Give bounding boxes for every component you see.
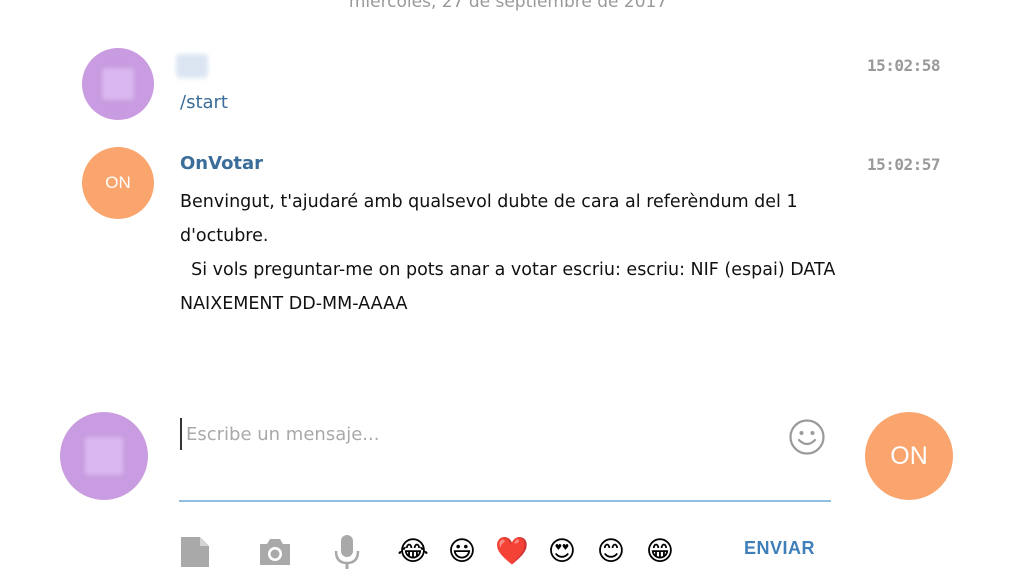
bot-avatar-initials: ON [105, 173, 131, 192]
smiley-icon [789, 419, 825, 455]
input-underline [179, 500, 831, 502]
message-timestamp: 15:02:57 [867, 155, 941, 174]
record-voice-button[interactable] [330, 532, 364, 572]
bot-avatar-initials: ON [890, 441, 928, 470]
my-avatar[interactable] [60, 412, 148, 500]
command-link[interactable]: /start [180, 92, 228, 113]
message-input[interactable] [180, 418, 788, 450]
attach-photo-button[interactable] [256, 534, 294, 570]
file-icon [181, 537, 209, 567]
camera-icon [260, 539, 290, 565]
microphone-icon [334, 535, 360, 569]
emoji-grin[interactable]: 😁 [643, 534, 677, 568]
blurred-sender-name [176, 54, 208, 78]
date-separator: miércoles, 27 de septiembre de 2017 [348, 0, 668, 12]
blurred-avatar-image [84, 436, 124, 476]
emoji-heart-eyes[interactable]: 😍 [545, 534, 579, 568]
emoji-tears-of-joy[interactable]: 😂 [396, 534, 430, 568]
bot-avatar[interactable]: ON [82, 147, 154, 219]
user-avatar[interactable] [82, 48, 154, 120]
message-timestamp: 15:02:58 [867, 56, 941, 75]
blurred-avatar-image [102, 68, 134, 100]
message-text: Benvingut, t'ajudaré amb qualsevol dubte… [180, 192, 836, 314]
emoji-smiley[interactable]: 😃 [445, 534, 479, 568]
send-button[interactable]: ENVIAR [744, 538, 815, 559]
attach-file-button[interactable] [178, 534, 212, 570]
emoji-blush[interactable]: 😊 [594, 534, 628, 568]
emoji-picker-button[interactable] [788, 418, 826, 456]
emoji-heart[interactable]: ❤️ [495, 534, 529, 568]
sender-name[interactable]: OnVotar [180, 153, 263, 174]
bot-avatar-large[interactable]: ON [865, 412, 953, 500]
